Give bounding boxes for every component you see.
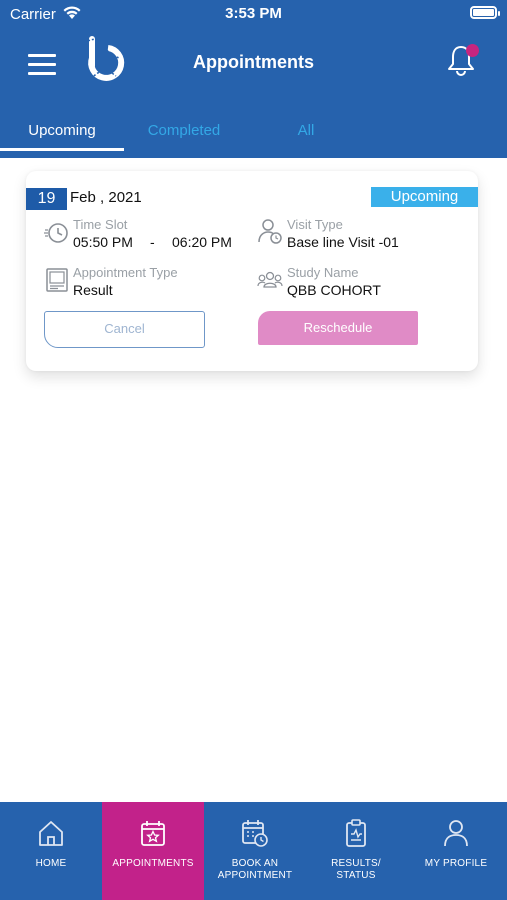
- visit-type-label: Visit Type: [287, 217, 343, 232]
- visit-type-value: Base line Visit -01: [287, 234, 399, 250]
- time-slot-end: 06:20 PM: [172, 234, 232, 250]
- clock: 3:53 PM: [225, 5, 282, 22]
- nav-appointments[interactable]: APPOINTMENTS: [102, 802, 204, 900]
- appointment-type-label: Appointment Type: [73, 265, 178, 280]
- nav-appointments-label: APPOINTMENTS: [112, 858, 194, 869]
- user-clock-icon: [258, 219, 282, 244]
- notification-dot: [466, 44, 479, 57]
- nav-results-status[interactable]: RESULTS/STATUS: [305, 802, 407, 900]
- calendar-star-icon: [141, 821, 165, 846]
- appointment-type-value: Result: [73, 282, 113, 298]
- nav-home[interactable]: HOME: [0, 802, 102, 900]
- nav-book-appointment-label: BOOK AN APPOINTMENT: [217, 858, 293, 881]
- appointments-screen: Carrier 3:53 PM Appointments Upcoming Co…: [0, 0, 507, 900]
- status-bar: Carrier 3:53 PM: [0, 0, 507, 28]
- time-slot-label: Time Slot: [73, 217, 128, 232]
- study-name-value: QBB COHORT: [287, 282, 381, 298]
- tab-all[interactable]: All: [245, 122, 367, 139]
- monitor-icon: [46, 268, 68, 292]
- tab-bar: Upcoming Completed All: [0, 112, 507, 154]
- nav-my-profile-label: MY PROFILE: [424, 858, 488, 869]
- day-badge: 19: [26, 188, 67, 210]
- calendar-clock-icon: [242, 820, 268, 847]
- appointment-card: 19 Feb , 2021 Upcoming Time Slot 05:50 P…: [26, 171, 478, 371]
- month-year: Feb , 2021: [70, 189, 142, 206]
- reschedule-button[interactable]: Reschedule: [258, 311, 418, 345]
- cancel-button[interactable]: Cancel: [44, 311, 205, 348]
- clock-icon: [44, 223, 68, 243]
- tab-completed[interactable]: Completed: [124, 122, 244, 139]
- active-tab-indicator: [0, 148, 124, 151]
- home-icon: [39, 821, 63, 846]
- nav-home-label: HOME: [35, 858, 67, 869]
- header: Carrier 3:53 PM Appointments Upcoming Co…: [0, 0, 507, 158]
- time-slot-start: 05:50 PM: [73, 234, 133, 250]
- nav-my-profile[interactable]: MY PROFILE: [405, 802, 507, 900]
- page-title: Appointments: [193, 52, 314, 72]
- time-slot-separator: -: [150, 234, 155, 250]
- bottom-nav: HOME APPOINTMENTS BOOK AN APPOINTMENT RE…: [0, 802, 507, 900]
- study-name-label: Study Name: [287, 265, 359, 280]
- clipboard-icon: [346, 819, 366, 847]
- group-icon: [257, 271, 283, 288]
- status-badge: Upcoming: [371, 187, 478, 207]
- user-icon: [444, 820, 468, 847]
- battery-icon: [470, 6, 500, 19]
- nav-results-status-label: RESULTS/STATUS: [331, 858, 381, 881]
- tab-upcoming[interactable]: Upcoming: [0, 122, 124, 139]
- nav-book-appointment[interactable]: BOOK AN APPOINTMENT: [204, 802, 306, 900]
